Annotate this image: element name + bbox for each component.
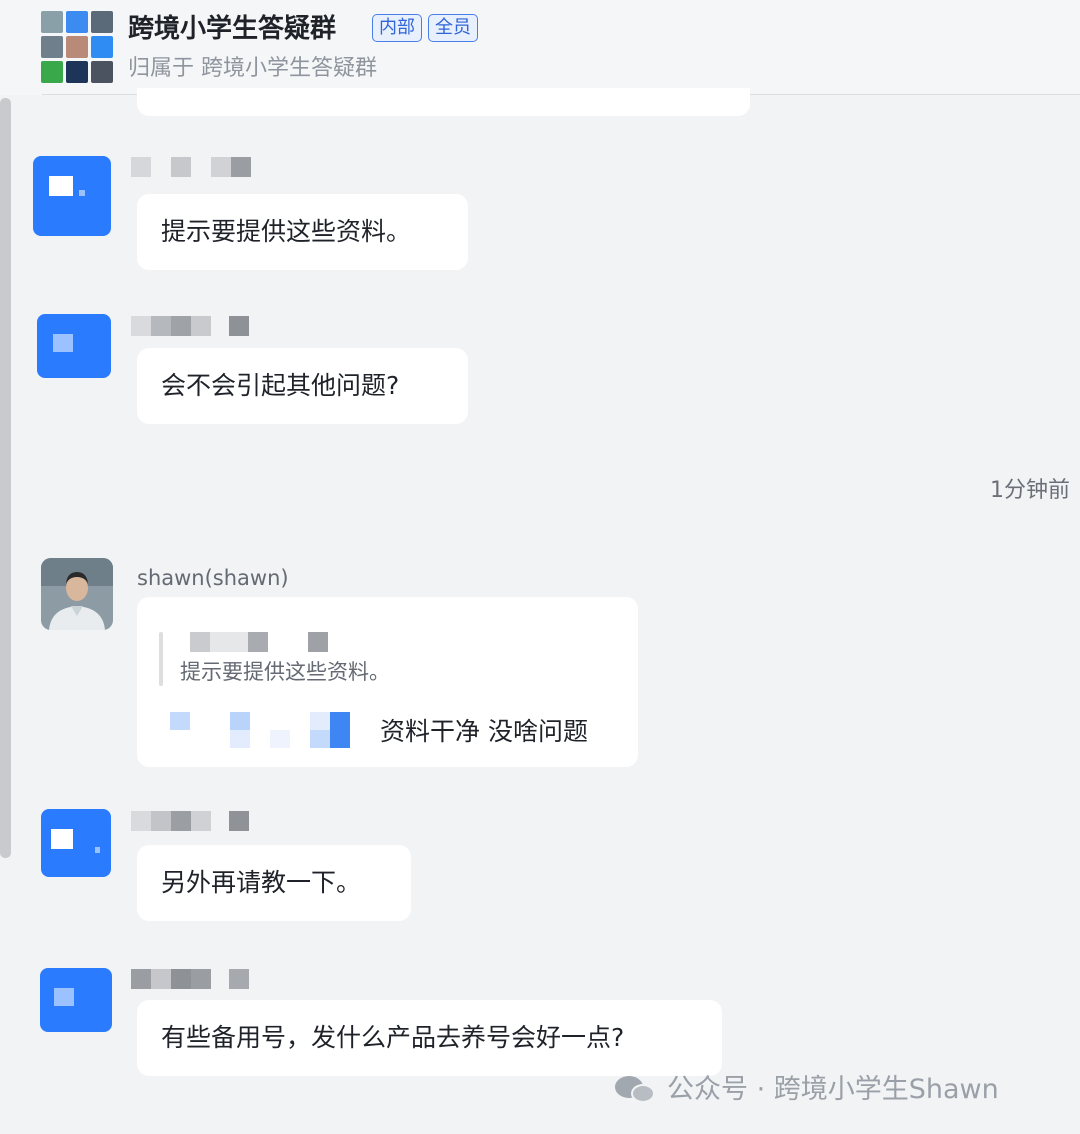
sender-name-blurred: [131, 157, 251, 177]
chat-header: 跨境小学生答疑群 内部 全员 归属于 跨境小学生答疑群: [0, 0, 1080, 95]
watermark-text: 公众号 · 跨境小学生Shawn: [667, 1074, 999, 1105]
sender-name-blurred: [131, 969, 249, 989]
mention-blurred: [170, 712, 370, 748]
member-avatar-9: [91, 61, 113, 83]
watermark: 公众号 · 跨境小学生Shawn: [615, 1072, 999, 1108]
group-title[interactable]: 跨境小学生答疑群: [128, 12, 336, 46]
message-text: 有些备用号，发什么产品去养号会好一点?: [161, 1023, 625, 1052]
quote-bar: [159, 632, 163, 686]
member-avatar-5: [66, 36, 88, 58]
tag-all-members: 全员: [428, 14, 478, 42]
timestamp: 1分钟前: [990, 478, 1070, 503]
member-avatar-6: [91, 36, 113, 58]
message-bubble-partial: [137, 88, 750, 116]
scrollbar[interactable]: [0, 98, 11, 858]
message-text: 提示要提供这些资料。: [161, 217, 412, 246]
person-photo-icon: [41, 558, 113, 630]
message-text: 会不会引起其他问题?: [161, 371, 400, 400]
message-bubble: 会不会引起其他问题?: [137, 348, 468, 424]
message-text: 另外再请教一下。: [161, 868, 362, 897]
member-avatar-8: [66, 61, 88, 83]
message-bubble: 另外再请教一下。: [137, 845, 411, 921]
sender-name-blurred: [131, 811, 249, 831]
sender-name-blurred: [131, 316, 249, 336]
message-bubble: 提示要提供这些资料。: [137, 194, 468, 270]
group-avatar[interactable]: [41, 11, 113, 83]
member-avatar-3: [91, 11, 113, 33]
tag-internal: 内部: [372, 14, 422, 42]
member-avatar-1: [41, 11, 63, 33]
member-avatar-2: [66, 11, 88, 33]
wechat-icon: [615, 1074, 657, 1106]
avatar[interactable]: [37, 314, 111, 378]
quoted-message-text[interactable]: 提示要提供这些资料。: [180, 657, 390, 687]
message-bubble: 有些备用号，发什么产品去养号会好一点?: [137, 1000, 722, 1076]
avatar[interactable]: [33, 156, 111, 236]
sender-name: shawn(shawn): [137, 566, 289, 590]
member-avatar-7: [41, 61, 63, 83]
avatar[interactable]: [41, 558, 113, 630]
quoted-sender-blurred: [190, 632, 328, 652]
reply-message-text: 资料干净 没啥问题: [380, 717, 588, 746]
member-avatar-4: [41, 36, 63, 58]
avatar[interactable]: [41, 809, 111, 877]
group-subtitle: 归属于 跨境小学生答疑群: [128, 56, 377, 81]
avatar[interactable]: [40, 968, 112, 1032]
